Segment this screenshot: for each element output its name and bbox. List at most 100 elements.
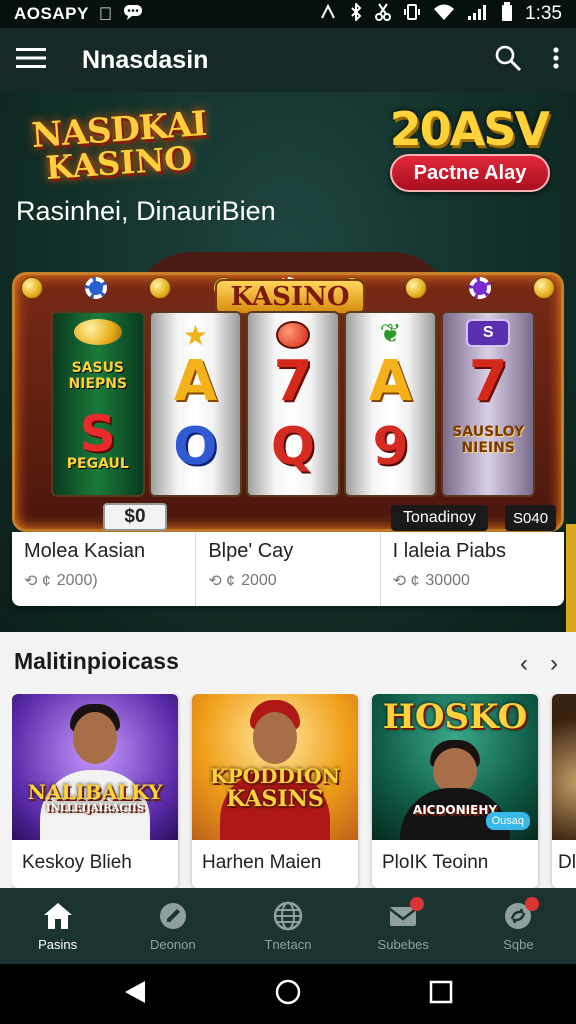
- slot-banner: KASINO: [215, 279, 365, 315]
- game-art-title: HOSKO: [382, 697, 528, 737]
- reel5-text2: NIEINS: [461, 440, 515, 456]
- signal-icon: [467, 3, 489, 26]
- chevron-left-icon[interactable]: ‹: [520, 650, 528, 678]
- bet-label: $0: [103, 503, 167, 531]
- menu-icon[interactable]: [16, 47, 46, 74]
- refresh-icon: [503, 896, 540, 931]
- nav-label: Pasins: [38, 936, 78, 952]
- jackpot-name: Molea Kasian: [24, 540, 146, 562]
- search-icon[interactable]: [494, 44, 522, 77]
- jackpot-row: Molea Kasian ⟲ ¢ 2000) Blpe' Cay ⟲ ¢ 200…: [12, 532, 564, 606]
- game-thumbnail: [552, 694, 576, 840]
- promo-amount: 20ASV: [389, 102, 550, 156]
- nav-label: Sqbe: [503, 936, 534, 952]
- reel2-top-symbol: A: [173, 349, 218, 414]
- game-card[interactable]: Dla: [552, 694, 576, 888]
- coin-icon: [21, 277, 43, 299]
- game-art-title: KPODDION: [210, 764, 340, 788]
- wifi-icon: [433, 3, 455, 26]
- game-art-subtitle: KASINS: [226, 786, 324, 812]
- reel-2: ★ A O: [148, 311, 243, 497]
- home-button-icon[interactable]: [274, 978, 302, 1011]
- nav-item-deonon[interactable]: Deonon: [115, 888, 230, 964]
- apple-icon: : [99, 4, 113, 25]
- reel1-mid-text: NIEPNS: [68, 376, 128, 392]
- jackpot-amount: ⟲ ¢ 2000: [208, 571, 367, 591]
- hero-banner: NASDKAI KASINO 20ASV Pactne Alay Rasinhe…: [0, 92, 576, 632]
- coin-stack-icon: [73, 319, 122, 345]
- nav-label: Subebes: [377, 936, 429, 952]
- carousel-arrows: ‹ ›: [520, 650, 558, 678]
- chat-icon: [123, 4, 143, 25]
- ticker-value: S040: [505, 505, 557, 531]
- scissors-icon: [375, 2, 392, 26]
- nav-item-subebes[interactable]: Subebes: [346, 888, 461, 964]
- globe-icon: [273, 901, 303, 931]
- mail-icon: [388, 896, 425, 931]
- nav-item-sqbe[interactable]: Sqbe: [461, 888, 576, 964]
- jackpot-card[interactable]: I laleia Piabs ⟲ ¢ 30000: [379, 532, 564, 606]
- reel-3: 7 Q: [246, 311, 340, 497]
- home-icon: [43, 901, 73, 931]
- reels: SASUS NIEPNS S PEGAUL ★ A O 7 Q ❦ A 9 S …: [51, 311, 535, 497]
- game-name: Dla: [558, 852, 576, 873]
- chip-icon: [469, 277, 491, 299]
- slot-machine[interactable]: KASINO SASUS NIEPNS S PEGAUL ★ A O 7 Q ❦…: [12, 252, 564, 532]
- recents-icon[interactable]: [429, 980, 453, 1009]
- coin-icon: ⟲ ¢: [208, 573, 236, 590]
- reel-1: SASUS NIEPNS S PEGAUL: [51, 311, 145, 497]
- section-title: Malitinpioicass: [14, 648, 179, 674]
- pepper-icon: ❦: [379, 319, 402, 349]
- game-thumbnail: NALIBALKY INLLEIJAIRACIIS: [12, 694, 178, 840]
- clock: 1:35: [525, 3, 562, 24]
- jackpot-card[interactable]: Blpe' Cay ⟲ ¢ 2000: [195, 532, 379, 606]
- game-badge: Ousaq: [485, 812, 530, 830]
- side-tab[interactable]: [566, 524, 576, 632]
- bluetooth-icon: [349, 1, 363, 26]
- hero-subtitle: Rasinhei, DinauriBien: [16, 196, 276, 226]
- jackpot-amount: ⟲ ¢ 2000): [24, 571, 183, 591]
- reel3-top-symbol: 7: [273, 349, 313, 414]
- system-navigation: [0, 964, 576, 1024]
- more-options-icon[interactable]: [552, 46, 560, 75]
- jackpot-amount-value: 30000: [425, 572, 470, 589]
- coin-icon: [533, 277, 555, 299]
- nav-label: Deonon: [150, 936, 196, 952]
- back-icon[interactable]: [123, 979, 147, 1010]
- game-thumbnail: HOSKO AICDONIEHY Ousaq: [372, 694, 538, 840]
- reel1-symbol: S: [79, 405, 116, 463]
- jackpot-amount-value: 2000): [56, 572, 98, 589]
- jackpot-name: Blpe' Cay: [208, 540, 294, 562]
- figure-head: [73, 712, 117, 764]
- nav-item-pasins[interactable]: Pasins: [0, 888, 115, 964]
- game-art-title: NALIBALKY: [27, 780, 163, 804]
- star-icon: ★: [182, 319, 208, 352]
- reel2-bottom-symbol: O: [173, 417, 218, 477]
- game-card[interactable]: KPODDION KASINS Harhen Maien: [192, 694, 358, 888]
- promo-play-button[interactable]: Pactne Alay: [390, 154, 550, 192]
- game-carousel: NALIBALKY INLLEIJAIRACIIS Keskoy Blieh K…: [12, 694, 576, 888]
- game-name: PloIK Teoinn: [382, 852, 489, 873]
- coin-icon: ⟲ ¢: [24, 573, 51, 590]
- chip-icon: [85, 277, 107, 299]
- reel1-top-text: SASUS: [71, 360, 125, 376]
- chevron-right-icon[interactable]: ›: [550, 650, 558, 678]
- nav-item-tnetacn[interactable]: Tnetacn: [230, 888, 345, 964]
- game-card[interactable]: NALIBALKY INLLEIJAIRACIIS Keskoy Blieh: [12, 694, 178, 888]
- reel-5: S 7 SAUSLOY NIEINS: [441, 311, 535, 497]
- nfc-icon: [319, 3, 337, 26]
- game-name: Keskoy Blieh: [22, 852, 132, 873]
- vibrate-icon: [403, 3, 421, 26]
- cherry-icon: [275, 321, 310, 349]
- game-thumbnail: KPODDION KASINS: [192, 694, 358, 840]
- notification-badge: [525, 896, 540, 911]
- nav-label: Tnetacn: [264, 936, 312, 952]
- edit-icon: [158, 901, 188, 931]
- games-section: Malitinpioicass ‹ › NALIBALKY INLLEIJAIR…: [0, 632, 576, 888]
- game-card[interactable]: HOSKO AICDONIEHY Ousaq PloIK Teoinn: [372, 694, 538, 888]
- jackpot-card[interactable]: Molea Kasian ⟲ ¢ 2000): [12, 532, 195, 606]
- app-title: Nnasdasin: [82, 45, 209, 74]
- reel4-bottom-symbol: 9: [372, 417, 409, 477]
- notification-badge: [410, 896, 425, 911]
- bottom-navigation: Pasins Deonon Tnetacn Subebes Sqbe: [0, 888, 576, 964]
